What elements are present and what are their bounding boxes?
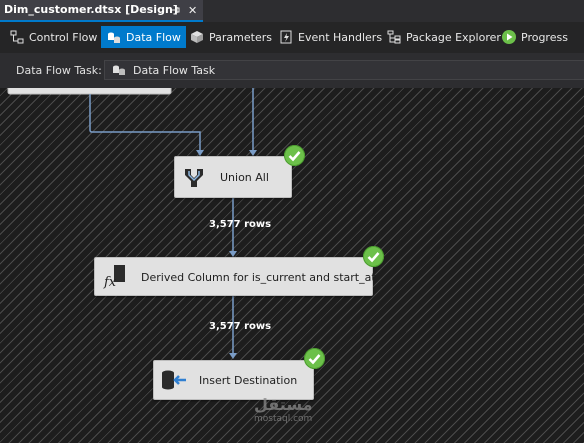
- data-flow-task-value: Data Flow Task: [133, 64, 216, 77]
- tab-data-flow-label: Data Flow: [126, 30, 181, 44]
- tab-progress[interactable]: Progress: [496, 26, 573, 48]
- watermark-logo: مستقل: [254, 395, 313, 414]
- union-all-label: Union All: [220, 171, 269, 184]
- data-flow-icon: [108, 32, 120, 43]
- path-left-input[interactable]: [89, 94, 201, 154]
- derived-column-icon: fx: [103, 264, 127, 293]
- parameters-icon: [191, 31, 203, 43]
- watermark: مستقل mostaql.com: [254, 395, 313, 425]
- tab-event-handlers[interactable]: Event Handlers: [273, 26, 387, 48]
- data-flow-task-dropdown[interactable]: Data Flow Task: [104, 60, 584, 80]
- derived-column-component[interactable]: fx Derived Column for is_current and sta…: [94, 257, 376, 296]
- path-row-count: 3,577 rows: [209, 321, 272, 332]
- package-explorer-icon: [387, 30, 401, 44]
- success-check-icon: [284, 145, 305, 166]
- union-all-icon: [183, 167, 205, 192]
- destination-icon: [160, 369, 188, 396]
- data-flow-canvas[interactable]: 3,577 rows 3,577 rows Union All fx Deriv…: [0, 88, 584, 443]
- union-all-component[interactable]: Union All: [174, 156, 292, 198]
- upstream-component[interactable]: [7, 88, 172, 95]
- tab-progress-label: Progress: [521, 30, 568, 44]
- path-row-count: 3,577 rows: [209, 219, 272, 230]
- task-selector-label: Data Flow Task:: [16, 64, 102, 77]
- derived-column-label: Derived Column for is_current and start_…: [141, 271, 376, 284]
- control-flow-icon: [10, 30, 24, 44]
- insert-destination-label: Insert Destination: [199, 374, 298, 387]
- tab-event-handlers-label: Event Handlers: [298, 30, 383, 44]
- success-check-icon: [363, 246, 384, 267]
- task-selector-bar: Data Flow Task: Data Flow Task: [0, 53, 584, 88]
- arrow-derived-to-destination: [229, 353, 237, 359]
- tab-parameters[interactable]: Parameters: [184, 26, 277, 48]
- tab-package-explorer-label: Package Explorer: [406, 30, 501, 44]
- event-handlers-icon: [280, 30, 292, 44]
- success-check-icon: [304, 348, 325, 369]
- tab-package-explorer[interactable]: Package Explorer: [381, 26, 506, 48]
- svg-text:fx: fx: [103, 275, 117, 290]
- pin-icon[interactable]: [170, 5, 180, 18]
- tab-control-flow[interactable]: Control Flow: [4, 26, 102, 48]
- tab-data-flow[interactable]: Data Flow: [101, 26, 186, 48]
- data-flow-task-icon: [111, 63, 127, 80]
- document-tab[interactable]: Dim_customer.dtsx [Design] ✕: [0, 0, 203, 22]
- document-tab-title: Dim_customer.dtsx [Design]: [4, 3, 178, 16]
- designer-tab-bar: Control Flow Data Flow Parameters Event …: [0, 22, 584, 53]
- tab-parameters-label: Parameters: [209, 30, 272, 44]
- watermark-text: mostaql.com: [254, 414, 313, 424]
- progress-play-icon: [502, 30, 516, 44]
- insert-destination-component[interactable]: Insert Destination: [153, 360, 314, 400]
- document-tab-bar: Dim_customer.dtsx [Design] ✕: [0, 0, 584, 22]
- close-icon[interactable]: ✕: [188, 4, 197, 17]
- tab-control-flow-label: Control Flow: [29, 30, 98, 44]
